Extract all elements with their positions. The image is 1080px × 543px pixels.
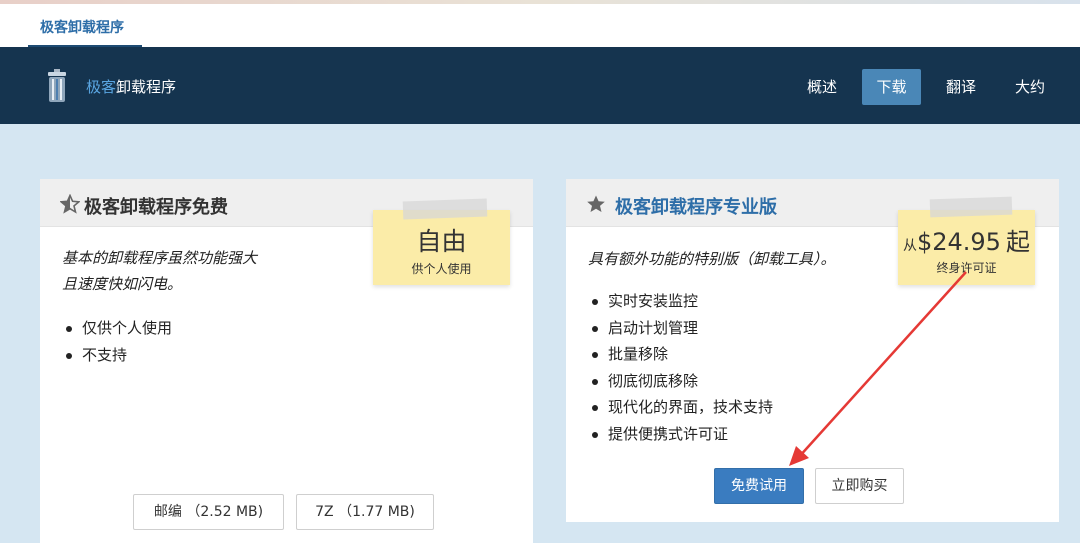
site-brand[interactable]: 极客卸载程序 bbox=[86, 76, 176, 97]
browser-tab-bar: 极客卸载程序 bbox=[0, 4, 1080, 47]
brand-highlight: 极客 bbox=[86, 78, 117, 96]
download-zip-button[interactable]: 邮编 （2.52 MB) bbox=[133, 494, 284, 530]
free-desc-line2: 且速度快如闪电。 bbox=[62, 275, 183, 293]
star-icon bbox=[587, 195, 605, 212]
browser-tab-title[interactable]: 极客卸载程序 bbox=[40, 17, 124, 37]
brand-rest: 卸载程序 bbox=[116, 78, 177, 96]
trash-can-logo-icon[interactable] bbox=[46, 69, 68, 103]
free-trial-button[interactable]: 免费试用 bbox=[714, 468, 804, 504]
buy-now-button[interactable]: 立即购买 bbox=[815, 468, 904, 504]
free-price-note: 自由 供个人使用 bbox=[373, 198, 510, 285]
pro-price-sub: 终身许可证 bbox=[936, 261, 997, 275]
price-prefix: 从 bbox=[902, 238, 917, 254]
list-item: 批量移除 bbox=[588, 341, 773, 368]
nav-translate[interactable]: 翻译 bbox=[935, 69, 987, 105]
list-item: 不支持 bbox=[62, 342, 172, 369]
free-feature-list: 仅供个人使用 不支持 bbox=[62, 315, 172, 368]
list-item: 提供便携式许可证 bbox=[588, 421, 773, 448]
free-price-label: 自由 bbox=[416, 227, 467, 256]
list-item: 彻底彻底移除 bbox=[588, 368, 773, 395]
list-item: 启动计划管理 bbox=[588, 315, 773, 342]
sticky-tape bbox=[929, 196, 1013, 218]
free-description: 基本的卸载程序虽然功能强大 且速度快如闪电。 bbox=[62, 245, 362, 297]
pro-description: 具有额外功能的特别版（卸载工具）。 bbox=[588, 250, 836, 268]
list-item: 仅供个人使用 bbox=[62, 315, 172, 342]
free-edition-card: 极客卸载程序免费 自由 供个人使用 基本的卸载程序虽然功能强大 且速度快如闪电。… bbox=[40, 179, 533, 543]
pro-edition-card: 极客卸载程序专业版 从$24.95 起 终身许可证 具有额外功能的特别版（卸载工… bbox=[566, 179, 1059, 522]
nav-download[interactable]: 下载 bbox=[862, 69, 921, 105]
list-item: 现代化的界面，技术支持 bbox=[588, 394, 773, 421]
free-desc-line1: 基本的卸载程序虽然功能强大 bbox=[62, 249, 258, 267]
site-navbar: 极客卸载程序 概述 下载 翻译 大约 bbox=[0, 47, 1080, 124]
pro-feature-list: 实时安装监控 启动计划管理 批量移除 彻底彻底移除 现代化的界面，技术支持 提供… bbox=[588, 288, 773, 447]
price-value: $24.95 bbox=[916, 228, 1001, 256]
pro-card-title: 极客卸载程序专业版 bbox=[615, 197, 777, 218]
sticky-tape bbox=[402, 198, 488, 220]
price-suffix: 起 bbox=[1006, 228, 1031, 256]
nav-about[interactable]: 大约 bbox=[1004, 69, 1056, 105]
download-7z-button[interactable]: 7Z （1.77 MB) bbox=[296, 494, 434, 530]
free-price-sub: 供个人使用 bbox=[411, 262, 472, 276]
half-star-icon bbox=[60, 194, 80, 214]
nav-overview[interactable]: 概述 bbox=[796, 69, 848, 105]
list-item: 实时安装监控 bbox=[588, 288, 773, 315]
pro-price: 从$24.95 起 bbox=[898, 222, 1035, 257]
free-card-title: 极客卸载程序免费 bbox=[84, 197, 228, 218]
pro-price-note: 从$24.95 起 终身许可证 bbox=[898, 196, 1035, 285]
